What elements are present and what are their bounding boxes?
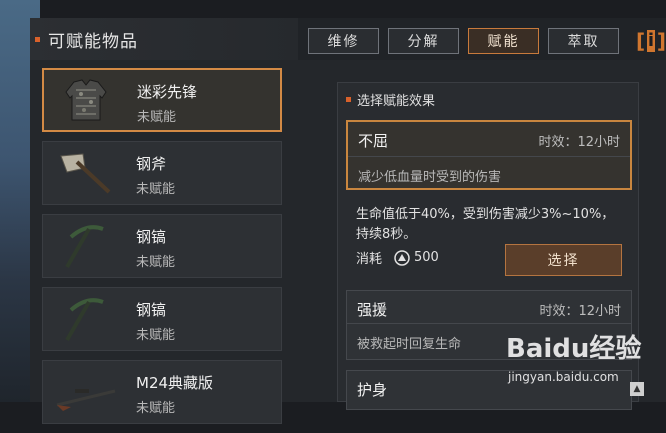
watermark-logo: Baidu经验 xyxy=(506,334,642,364)
tab-dismantle[interactable]: 分解 xyxy=(388,28,459,54)
effects-header: 选择赋能效果 xyxy=(346,90,435,109)
tab-extract[interactable]: 萃取 xyxy=(548,28,619,54)
item-status: 未赋能 xyxy=(136,182,176,197)
list-item[interactable]: 迷彩先锋 未赋能 xyxy=(42,68,282,132)
effect-card-unyielding[interactable]: 不屈 时效：12小时 减少低血量时受到的伤害 xyxy=(346,120,632,190)
select-button[interactable]: 选择 xyxy=(505,244,622,276)
watermark-url: jingyan.baidu.com xyxy=(508,370,619,384)
effect-desc: 减少低血量时受到的伤害 xyxy=(358,170,502,185)
item-list: 迷彩先锋 未赋能 钢斧 未赋能 钢镐 未赋能 钢镐 未赋能 M24典藏版 未赋能 xyxy=(42,68,284,433)
effect-name: 护身 xyxy=(357,381,388,399)
list-item[interactable]: M24典藏版 未赋能 xyxy=(42,360,282,424)
sniper-rifle-icon xyxy=(56,389,116,411)
item-status: 未赋能 xyxy=(136,328,176,343)
armor-vest-icon xyxy=(65,79,107,121)
item-name: 迷彩先锋 xyxy=(137,83,198,101)
pickaxe-icon xyxy=(65,225,104,269)
info-icon: i xyxy=(647,30,655,52)
scroll-up-icon[interactable]: ▲ xyxy=(630,382,644,396)
pickaxe-icon xyxy=(65,298,104,342)
cost-label: 消耗 xyxy=(356,252,383,267)
effects-header-marker xyxy=(346,97,351,102)
effect-name: 强援 xyxy=(357,301,388,319)
effect-detail: 生命值低于40%，受到伤害减少3%~10%，持续8秒。 xyxy=(356,207,615,242)
axe-icon xyxy=(60,153,111,194)
effect-name: 不屈 xyxy=(358,132,389,150)
cost-row: 消耗 500 xyxy=(356,248,439,267)
effect-desc: 被救起时回复生命 xyxy=(357,337,462,352)
cost-value: 500 xyxy=(414,250,439,265)
items-header: 可赋能物品 xyxy=(30,18,298,60)
info-button[interactable]: [i] xyxy=(636,28,666,54)
tab-repair[interactable]: 维修 xyxy=(308,28,379,54)
effect-duration: 时效：12小时 xyxy=(539,304,621,319)
effects-title: 选择赋能效果 xyxy=(357,94,436,109)
effect-duration: 时效：12小时 xyxy=(538,135,620,150)
divider xyxy=(348,156,630,157)
item-status: 未赋能 xyxy=(137,110,177,125)
list-item[interactable]: 钢镐 未赋能 xyxy=(42,287,282,351)
divider xyxy=(347,323,631,324)
list-item[interactable]: 钢镐 未赋能 xyxy=(42,214,282,278)
item-status: 未赋能 xyxy=(136,401,176,416)
tab-empower[interactable]: 赋能 xyxy=(468,28,539,54)
page-title: 可赋能物品 xyxy=(48,31,138,52)
list-item[interactable]: 钢斧 未赋能 xyxy=(42,141,282,205)
item-status: 未赋能 xyxy=(136,255,176,270)
item-name: 钢镐 xyxy=(136,228,167,246)
header-marker xyxy=(35,36,40,42)
item-name: M24典藏版 xyxy=(136,374,214,392)
item-name: 钢镐 xyxy=(136,301,167,319)
currency-icon xyxy=(394,249,410,266)
tab-bar: 维修 分解 赋能 萃取 xyxy=(308,28,619,54)
item-name: 钢斧 xyxy=(136,155,167,173)
